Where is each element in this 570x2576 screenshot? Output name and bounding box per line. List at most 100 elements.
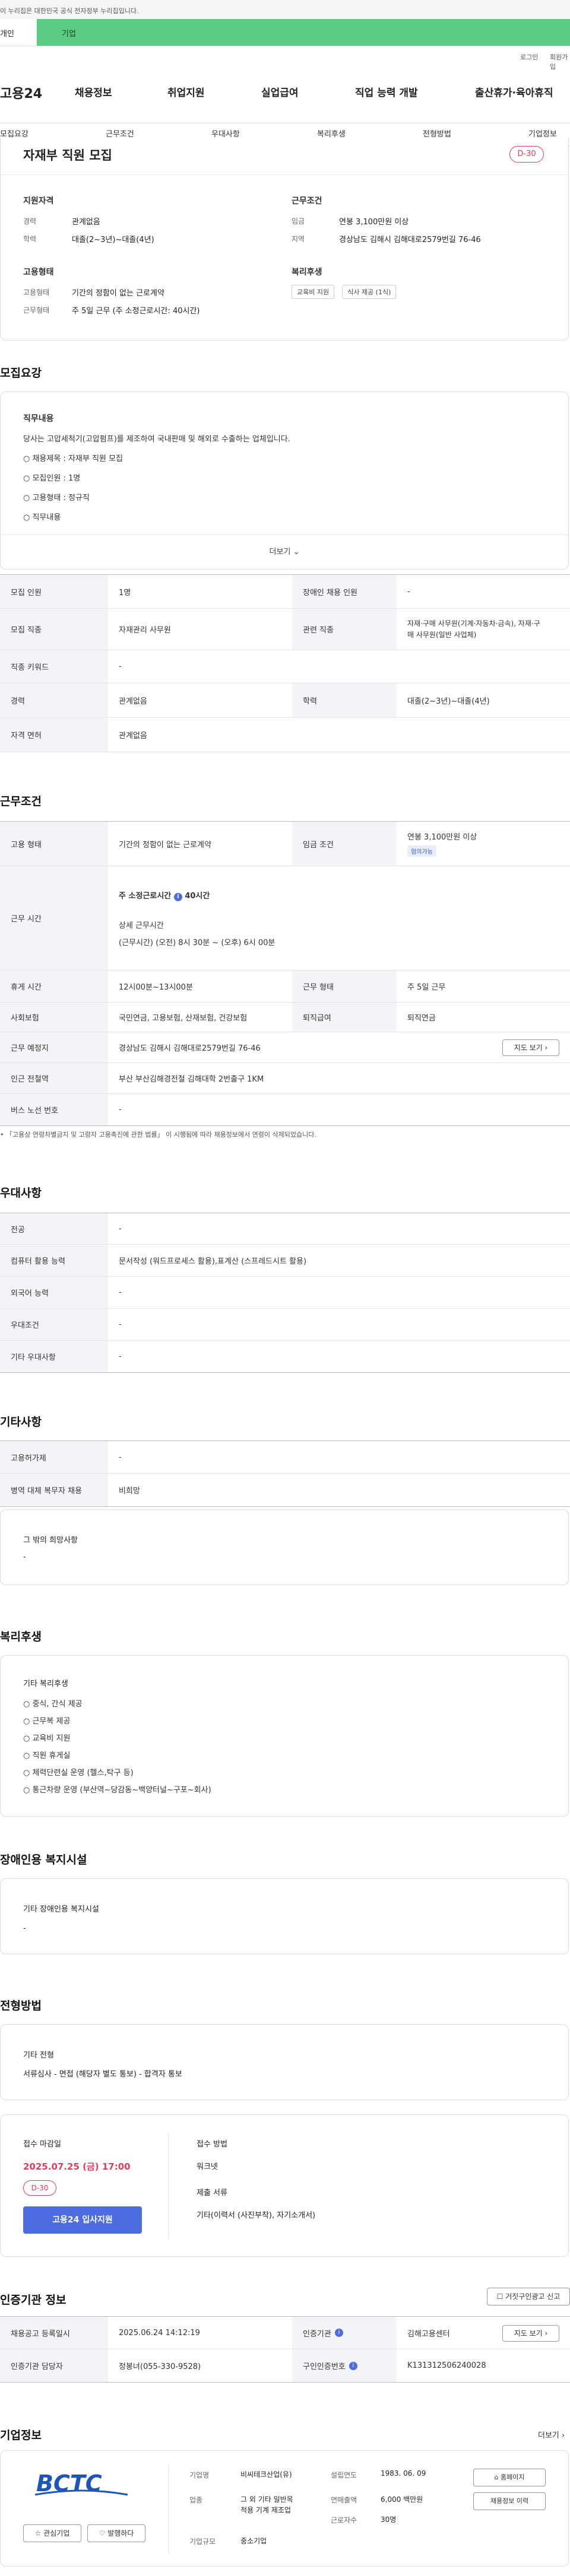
table-row: 휴게 시간 12시00분~13시00분 근무 형태 주 5일 근무 [0,971,570,1003]
table-key: 휴게 시간 [0,971,108,1002]
table-key: 인근 전철역 [0,1063,108,1093]
industry-line: 그 외 기타 일반목 [240,2495,293,2504]
career-label: 경력 [23,217,37,225]
staff-label: 근로자수 [331,2516,357,2524]
company-section-title: 기업정보 [0,2429,42,2442]
job-line: ○ 채용제목 : 자재부 직원 모집 [23,454,123,463]
table-value: - [119,1320,122,1329]
table-value: 문서작성 (워드프로세스 활용),표계산 (스프레드시트 활용) [119,1257,307,1266]
table-value: K131312506240028 [407,2361,486,2370]
more-button[interactable]: 더보기 ⌄ [1,535,568,569]
bctc-logo: BCTC [34,2470,128,2497]
table-key: 경력 [0,683,108,717]
table-row: 고용허가제 - [0,1440,570,1474]
job-history-button[interactable]: 채용정보 이력 [473,2492,546,2510]
join-link[interactable]: 회원가입 [550,52,570,71]
info-icon[interactable]: i [173,892,182,901]
table-value: - [407,587,410,596]
table-row: 고용 형태 기간의 정함이 없는 근로계약 임금 조건 연봉 3,100만원 이… [0,821,570,866]
deadline-value: 2025.07.25 (금) 17:00 [23,2161,131,2172]
method-label: 접수 방법 [197,2140,227,2149]
table-row: 컴퓨터 활용 능력 문서작성 (워드프로세스 활용),표계산 (스프레드시트 활… [0,1245,570,1277]
apply-button[interactable]: 고용24 입사지원 [23,2206,142,2234]
table-value: 경상남도 김해시 김해대로2579번길 76-46 [119,1044,261,1053]
table-value: - [119,1105,122,1114]
tab-company[interactable]: 기업 [37,19,570,46]
scale-value: 중소기업 [240,2537,267,2545]
table-value: 퇴직연금 [407,1014,436,1023]
info-icon[interactable]: i [334,2329,343,2337]
company-more-link[interactable]: 더보기 › [538,2429,565,2440]
table-key: 외국어 능력 [0,1277,108,1308]
table-row: 모집 직종 자재관리 사무원 관련 직종 자재·구매 사무원(기계·자동차·금속… [0,609,570,650]
wish-card: 그 밖의 희망사항 - [0,1509,569,1585]
selection-title: 기타 전형 [23,2051,54,2060]
login-link[interactable]: 로그인 [520,52,538,62]
apply-card: 접수 마감일 2025.07.25 (금) 17:00 D-30 고용24 입사… [0,2114,569,2257]
company-name-label: 기업명 [189,2471,210,2479]
homepage-button[interactable]: ⌂ 홈페이지 [473,2469,546,2486]
edu-label: 학력 [23,235,37,243]
report-button[interactable]: ☐ 거짓구인광고 신고 [487,2288,570,2305]
table-key: 고용허가제 [0,1441,108,1473]
disabled-title: 기타 장애인용 복지시설 [23,1905,99,1914]
negotiable-badge: 협의가능 [407,845,436,857]
info-icon[interactable]: i [349,2361,357,2370]
hours-value: 주 5일 근무 (주 소정근로시간: 40시간) [72,307,200,316]
table-row: 버스 노선 번호 - [0,1094,570,1126]
related-job-line: 자재·구매 사무원(기계·자동차·금속), 자재·구 [407,619,540,628]
hours-detail-title: 상세 근무시간 [119,921,164,930]
welfare-chip: 식사 제공 (1식) [342,285,397,299]
homepage-label: 홈페이지 [501,2473,525,2481]
gnb-training[interactable]: 직업 능력 개발 [355,84,418,99]
pref-section-title: 우대사항 [0,1187,42,1200]
table-value: 2025.06.24 14:12:19 [119,2328,200,2338]
gnb-unemployment[interactable]: 실업급여 [261,84,299,99]
table-key: 관련 직종 [292,609,397,650]
pay-value: 연봉 3,100만원 이상 [407,833,477,842]
welfare-section-title: 복리후생 [0,1630,42,1643]
table-value: - [119,662,122,671]
job-line: ○ 직무내용 [23,513,61,522]
emp-title: 고용형태 [23,268,54,277]
agency-map-button[interactable]: 지도 보기 › [502,2325,559,2342]
company-card: BCTC ☆ 관심기업 ♡ 발행하다 기업명 비씨테크산업(유) 업종 그 외 … [0,2450,569,2567]
related-job-line: 매 사무원(일반 사업체) [407,630,477,639]
docs-label: 제출 서류 [197,2189,227,2197]
table-key: 근무 시간 [0,866,108,970]
gnb-jobs[interactable]: 채용정보 [75,84,112,99]
table-value: 정봉녀(055-330-9528) [119,2362,201,2371]
follow-button[interactable]: ♡ 발행하다 [87,2524,145,2542]
agency-key-label: 구인인증번호 [303,2362,346,2371]
welfare-card-title: 기타 복리후생 [23,1680,68,1688]
map-button-label: 지도 보기 [514,2329,543,2338]
table-key: 컴퓨터 활용 능력 [0,1245,108,1276]
table-value: 1명 [119,588,131,597]
agency-section-title: 인증기관 정보 [0,2294,66,2307]
map-button[interactable]: 지도 보기 › [502,1039,559,1056]
welfare-item: ○ 통근차량 운영 (부산역~당감동~백양터널~구포~회사) [23,1786,211,1795]
home-icon: ⌂ [494,2473,499,2481]
table-key: 인증기관 i [292,2317,397,2349]
favorite-company-button[interactable]: ☆ 관심기업 [23,2524,81,2542]
table-key: 채용공고 등록일시 [0,2317,108,2349]
table-value: - [119,1352,122,1361]
welfare-item: ○ 직원 휴게실 [23,1751,71,1760]
region-value: 경상남도 김해시 김해대로2579번길 76-46 [339,236,481,244]
gnb-support[interactable]: 취업지원 [167,84,205,99]
company-name: 비씨테크산업(유) [240,2470,292,2479]
dday-badge: D-30 [509,146,544,163]
docs-value: 기타(이력서 (사진부착), 자기소개서) [197,2211,316,2220]
table-value: 부산 부산김해경전철 김해대학 2번출구 1KM [119,1075,264,1084]
tab-personal[interactable]: 개인 [0,19,37,46]
job-content-card: 직무내용 당사는 고압세척기(고압펌프)를 제조하여 국내판매 및 해외로 수출… [0,392,569,570]
table-row: 인근 전철역 부산 부산김해경전철 김해대학 2번출구 1KM [0,1063,570,1094]
table-value: - [119,1452,122,1462]
sales-label: 연매출액 [331,2496,357,2504]
table-key: 근무 형태 [292,971,397,1002]
job-line: ○ 모집인원 : 1명 [23,474,81,483]
site-logo[interactable]: 고용24 [0,83,42,102]
welfare-item: ○ 교육비 지원 [23,1734,71,1743]
gnb-leave[interactable]: 출산휴가·육아휴직 [475,84,553,99]
weekly-hours: 40시간 [185,891,210,901]
